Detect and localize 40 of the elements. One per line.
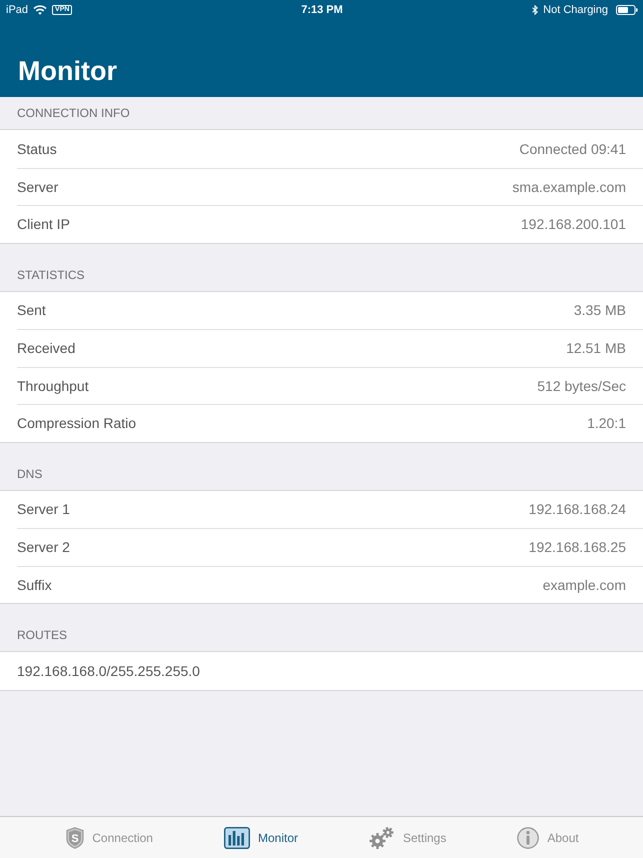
row-label: Received xyxy=(17,340,76,356)
tab-button[interactable]: S Connection xyxy=(58,817,161,858)
battery-icon xyxy=(616,4,638,14)
device-name: iPad xyxy=(6,4,28,16)
section-header: DNS xyxy=(17,466,42,482)
row-value: 192.168.200.101 xyxy=(520,216,626,232)
info-icon xyxy=(517,826,540,848)
page-title: Monitor xyxy=(18,55,117,88)
row-value: 192.168.168.25 xyxy=(528,539,626,556)
row-label: Throughput xyxy=(17,378,89,394)
row-label: 192.168.168.0/255.255.255.0 xyxy=(17,662,200,679)
wifi-icon xyxy=(33,4,48,14)
row-value: Connected 09:41 xyxy=(519,140,626,157)
row-value: 192.168.168.24 xyxy=(528,501,626,518)
bluetooth-icon xyxy=(532,4,538,14)
shield-icon: S xyxy=(66,826,84,848)
row-value: 12.51 MB xyxy=(566,340,626,356)
charging-status: Not Charging xyxy=(543,4,608,16)
section-header: CONNECTION INFO xyxy=(17,106,130,121)
tab-button[interactable]: About xyxy=(509,817,587,858)
row-label: Server 2 xyxy=(17,539,70,556)
row-value: 1.20:1 xyxy=(587,415,626,432)
row-value: 512 bytes/Sec xyxy=(537,378,626,394)
tab-button[interactable]: Monitor xyxy=(216,817,306,858)
section-header: ROUTES xyxy=(17,628,68,643)
row-label: Server xyxy=(17,178,58,195)
row-label: Status xyxy=(17,140,57,157)
row-label: Sent xyxy=(17,302,46,318)
section-header: STATISTICS xyxy=(17,268,85,282)
row-label: Server 1 xyxy=(17,501,70,518)
row-value: 3.35 MB xyxy=(574,302,626,318)
clock-time: 7:13 PM xyxy=(301,4,343,16)
gears-icon xyxy=(369,826,395,850)
row-value: example.com xyxy=(542,576,626,593)
row-label: Client IP xyxy=(17,216,70,232)
bar-chart-icon xyxy=(224,826,250,848)
row-value: sma.example.com xyxy=(512,178,626,195)
row-label: Suffix xyxy=(17,576,52,593)
row-label: Compression Ratio xyxy=(17,415,136,432)
tab-button[interactable]: Settings xyxy=(361,817,454,858)
